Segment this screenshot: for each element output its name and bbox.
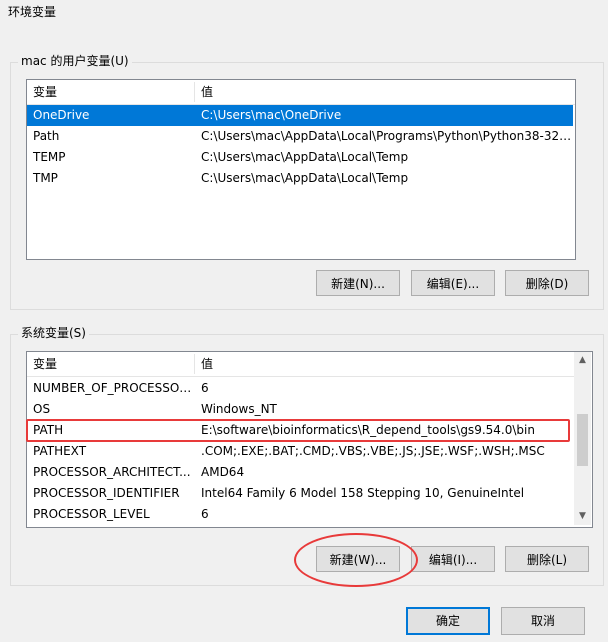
- system-new-button[interactable]: 新建(W)...: [316, 546, 400, 572]
- sys-var-row-processor-level[interactable]: PROCESSOR_LEVEL 6: [27, 504, 573, 525]
- var-name: NUMBER_OF_PROCESSORS: [33, 381, 195, 395]
- system-variables-label: 系统变量(S): [18, 326, 89, 340]
- var-value: C:\Users\mac\AppData\Local\Temp: [201, 171, 409, 185]
- column-header-value[interactable]: 值: [195, 352, 575, 376]
- cancel-button[interactable]: 取消: [501, 607, 585, 635]
- user-new-button[interactable]: 新建(N)...: [316, 270, 400, 296]
- var-value: C:\Users\mac\OneDrive: [201, 108, 342, 122]
- user-var-row-temp[interactable]: TEMP C:\Users\mac\AppData\Local\Temp: [27, 147, 573, 168]
- var-value: Windows_NT: [201, 402, 277, 416]
- list-header: 变量 值: [27, 352, 575, 377]
- system-edit-button[interactable]: 编辑(I)...: [411, 546, 495, 572]
- var-name: Path: [33, 129, 60, 143]
- var-value: C:\Users\mac\AppData\Local\Programs\Pyth…: [201, 129, 573, 143]
- user-var-row-tmp[interactable]: TMP C:\Users\mac\AppData\Local\Temp: [27, 168, 573, 189]
- var-value: E:\software\bioinformatics\R_depend_tool…: [201, 423, 535, 437]
- user-variables-list[interactable]: 变量 值 OneDrive C:\Users\mac\OneDrive Path…: [26, 79, 576, 260]
- column-header-variable[interactable]: 变量: [27, 352, 195, 376]
- column-header-variable[interactable]: 变量: [27, 80, 195, 104]
- var-value: AMD64: [201, 465, 245, 479]
- var-name: PROCESSOR_IDENTIFIER: [33, 486, 180, 500]
- var-value: 6: [201, 507, 209, 521]
- list-header: 变量 值: [27, 80, 575, 105]
- var-name: TMP: [33, 171, 58, 185]
- vertical-scrollbar[interactable]: ▲ ▼: [574, 352, 591, 525]
- sys-var-row-pathext[interactable]: PATHEXT .COM;.EXE;.BAT;.CMD;.VBS;.VBE;.J…: [27, 441, 573, 462]
- scroll-up-icon[interactable]: ▲: [574, 352, 591, 369]
- scroll-down-icon[interactable]: ▼: [574, 508, 591, 525]
- sys-var-row-processor-architecture[interactable]: PROCESSOR_ARCHITECT... AMD64: [27, 462, 573, 483]
- system-variables-list[interactable]: 变量 值 NUMBER_OF_PROCESSORS 6 OS Windows_N…: [26, 351, 593, 528]
- var-name: PROCESSOR_ARCHITECT...: [33, 465, 191, 479]
- var-name: PROCESSOR_LEVEL: [33, 507, 150, 521]
- user-variables-label: mac 的用户变量(U): [18, 54, 132, 68]
- window-title: 环境变量: [8, 5, 57, 19]
- sys-var-row-os[interactable]: OS Windows_NT: [27, 399, 573, 420]
- user-var-row-path[interactable]: Path C:\Users\mac\AppData\Local\Programs…: [27, 126, 573, 147]
- var-value: C:\Users\mac\AppData\Local\Temp: [201, 150, 409, 164]
- var-value: Intel64 Family 6 Model 158 Stepping 10, …: [201, 486, 525, 500]
- sys-var-row-number-of-processors[interactable]: NUMBER_OF_PROCESSORS 6: [27, 378, 573, 399]
- user-var-row-onedrive[interactable]: OneDrive C:\Users\mac\OneDrive: [27, 105, 573, 126]
- system-delete-button[interactable]: 删除(L): [505, 546, 589, 572]
- column-header-value[interactable]: 值: [195, 80, 575, 104]
- sys-var-row-processor-identifier[interactable]: PROCESSOR_IDENTIFIER Intel64 Family 6 Mo…: [27, 483, 573, 504]
- var-value: .COM;.EXE;.BAT;.CMD;.VBS;.VBE;.JS;.JSE;.…: [201, 444, 545, 458]
- var-name: TEMP: [33, 150, 66, 164]
- user-edit-button[interactable]: 编辑(E)...: [411, 270, 495, 296]
- var-name: OneDrive: [33, 108, 90, 122]
- var-name: OS: [33, 402, 51, 416]
- var-name: PATHEXT: [33, 444, 87, 458]
- ok-button[interactable]: 确定: [406, 607, 490, 635]
- scrollbar-thumb[interactable]: [577, 414, 588, 466]
- var-value: 6: [201, 381, 209, 395]
- sys-var-row-path[interactable]: PATH E:\software\bioinformatics\R_depend…: [27, 420, 573, 441]
- var-name: PATH: [33, 423, 64, 437]
- user-delete-button[interactable]: 删除(D): [505, 270, 589, 296]
